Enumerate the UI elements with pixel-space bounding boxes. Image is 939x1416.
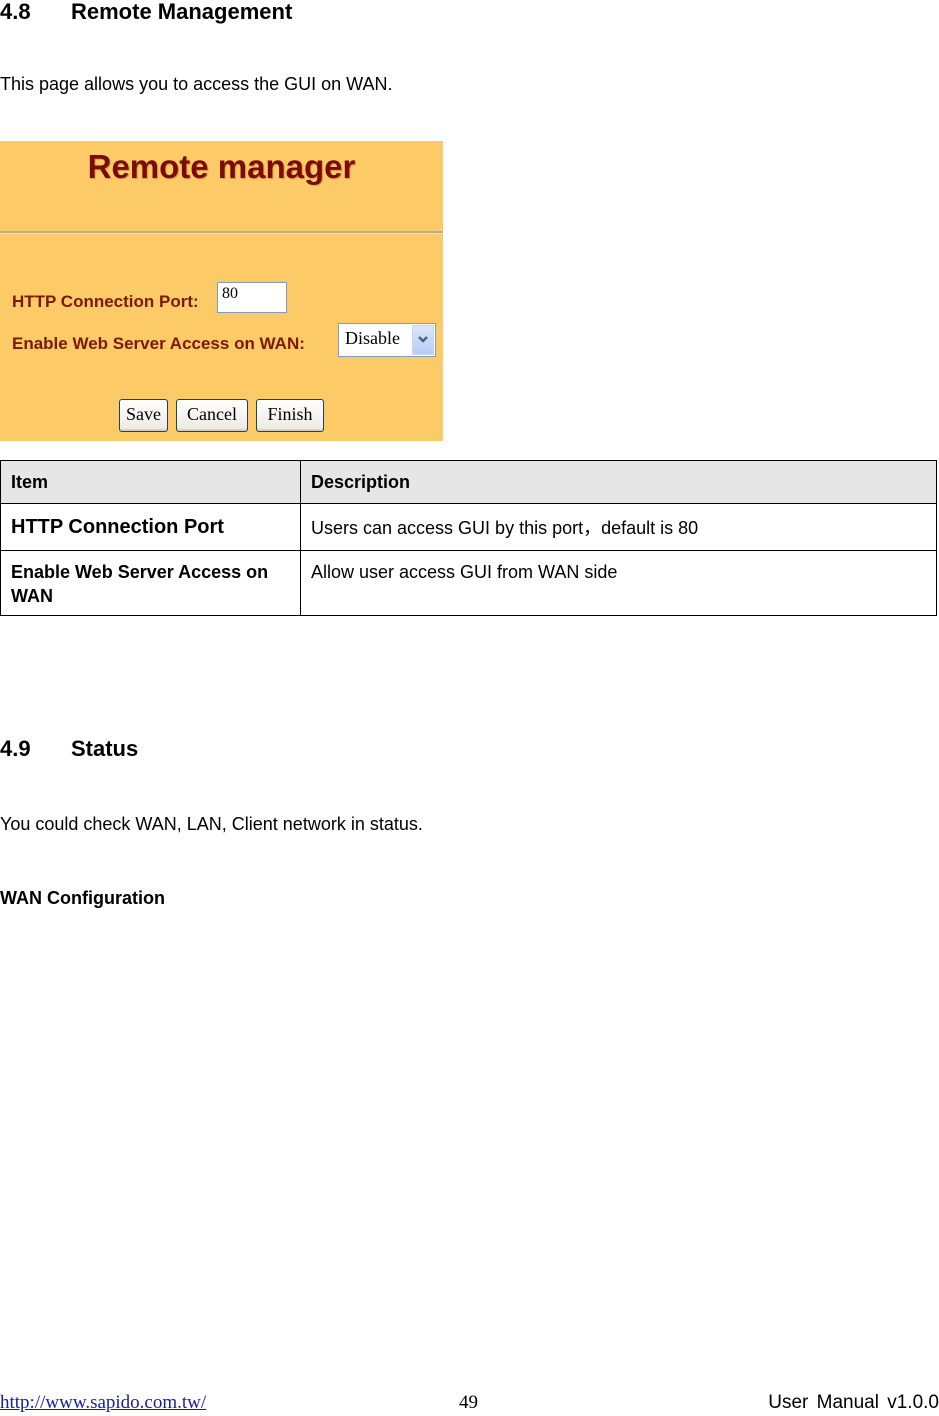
footer-website-link[interactable]: http://www.sapido.com.tw/ <box>0 1392 206 1414</box>
chevron-down-icon[interactable] <box>412 325 434 355</box>
table-cell-description: Users can access GUI by this port，defaul… <box>300 503 937 551</box>
section-title: Status <box>71 736 139 761</box>
section-heading-status: 4.9 Status <box>0 737 138 761</box>
section-intro: You could check WAN, LAN, Client network… <box>0 814 423 834</box>
table-header-item: Item <box>0 460 301 504</box>
table-header-row: Item Description <box>0 460 937 504</box>
wan-access-label: Enable Web Server Access on WAN: <box>12 334 305 353</box>
remote-manager-title: Remote manager <box>87 148 356 185</box>
table-cell-item: Enable Web Server Access on WAN <box>0 550 301 616</box>
http-port-input[interactable]: 80 <box>217 282 287 313</box>
manual-version: User Manual v1.0.0 <box>768 1392 939 1413</box>
table-row: HTTP Connection Port Users can access GU… <box>0 503 937 551</box>
table-header-description: Description <box>300 460 937 504</box>
wan-configuration-subheading: WAN Configuration <box>0 888 165 908</box>
remote-manager-screenshot: Remote manager HTTP Connection Port: 80 … <box>0 141 443 441</box>
section-number: 4.8 <box>0 0 31 24</box>
section-intro: This page allows you to access the GUI o… <box>0 74 393 94</box>
save-button[interactable]: Save <box>119 399 168 432</box>
cancel-button[interactable]: Cancel <box>176 399 248 432</box>
wan-access-select[interactable]: Disable <box>338 323 436 357</box>
section-heading-remote-management: 4.8 Remote Management <box>0 0 292 24</box>
table-cell-description: Allow user access GUI from WAN side <box>300 550 937 616</box>
page-number: 49 <box>459 1392 478 1413</box>
finish-button[interactable]: Finish <box>256 399 324 432</box>
section-number: 4.9 <box>0 736 31 761</box>
table-row: Enable Web Server Access on WAN Allow us… <box>0 550 937 616</box>
title-divider <box>0 231 443 234</box>
http-port-label: HTTP Connection Port: <box>12 292 199 311</box>
section-title: Remote Management <box>71 0 293 24</box>
table-cell-item: HTTP Connection Port <box>0 503 301 551</box>
item-description-table: Item Description HTTP Connection Port Us… <box>0 460 937 616</box>
wan-access-selected-value: Disable <box>345 328 400 348</box>
